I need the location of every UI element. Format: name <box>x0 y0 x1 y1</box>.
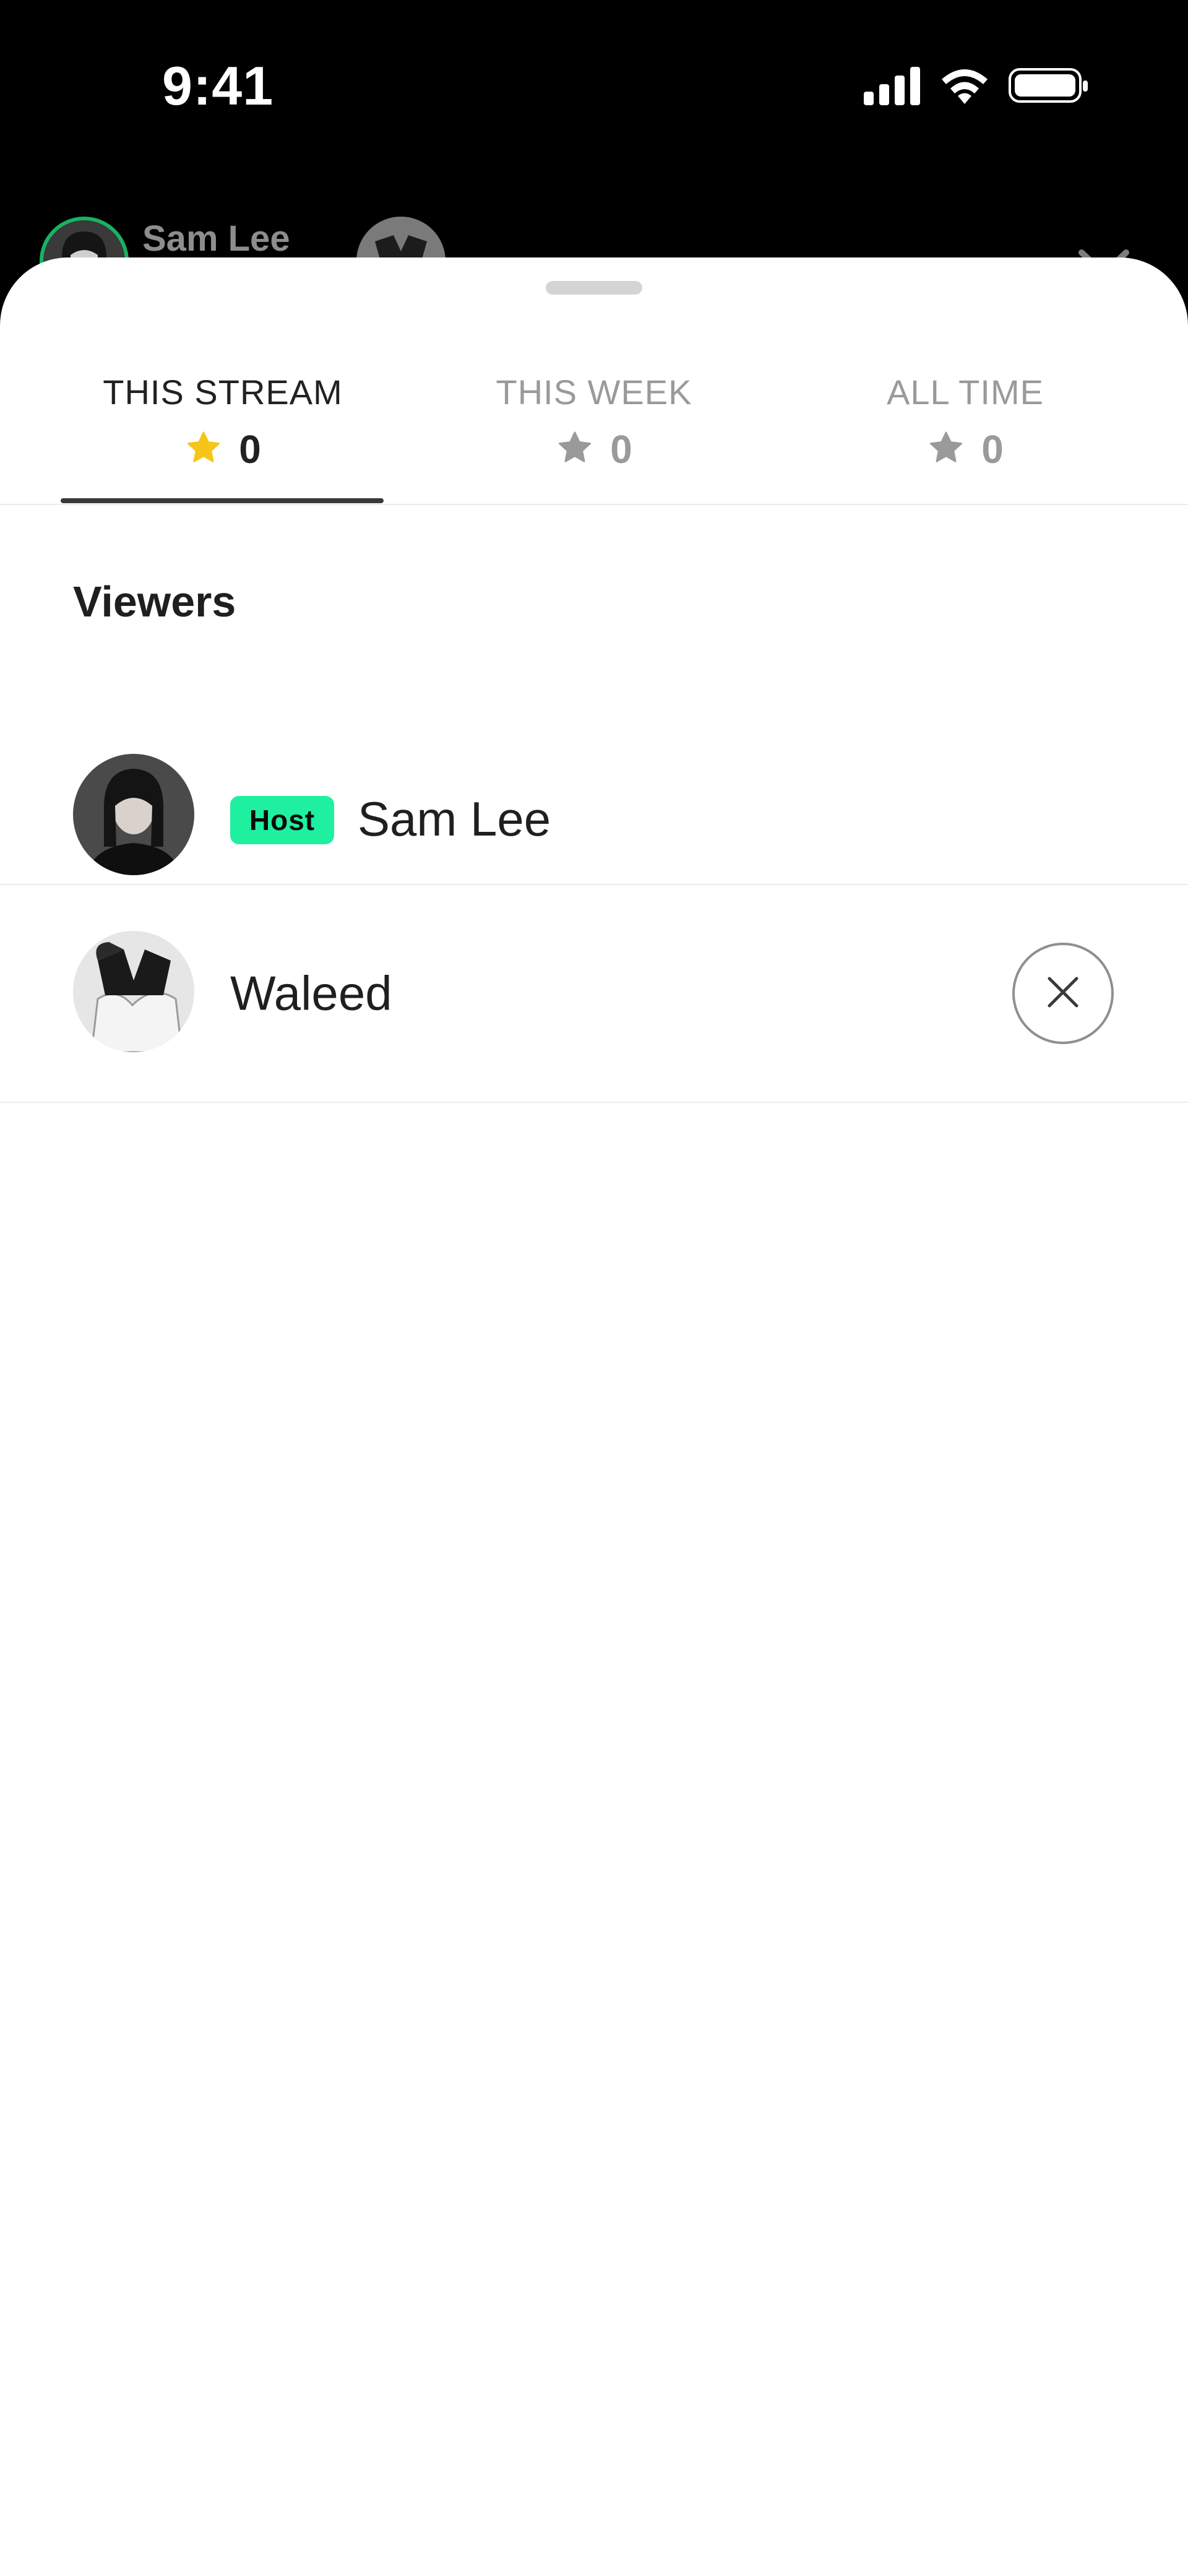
avatar <box>73 931 194 1052</box>
tab-count-value: 0 <box>981 427 1004 472</box>
section-title: Viewers <box>73 577 236 626</box>
tab-all-time[interactable]: ALL TIME 0 <box>780 357 1151 505</box>
battery-icon <box>1009 66 1089 108</box>
app-screen: 9:41 Sam Lee THIS STREAM 0 THIS WEEK 0 A… <box>0 0 1188 2576</box>
tab-count: 0 <box>37 425 408 474</box>
avatar <box>73 754 194 875</box>
star-icon <box>556 429 594 470</box>
remove-viewer-button[interactable] <box>1012 943 1114 1044</box>
tab-count: 0 <box>780 425 1151 474</box>
status-time: 9:41 <box>162 55 274 116</box>
tab-this-week[interactable]: THIS WEEK 0 <box>408 357 780 505</box>
active-tab-indicator <box>61 498 384 503</box>
star-icon <box>184 429 223 470</box>
tab-label: THIS STREAM <box>103 373 343 412</box>
viewers-sheet: THIS STREAM 0 THIS WEEK 0 ALL TIME 0 Vie… <box>0 257 1188 2576</box>
host-name-label: Sam Lee <box>142 218 290 259</box>
viewer-name: Sam Lee <box>358 792 551 846</box>
wifi-icon <box>938 66 991 108</box>
close-icon <box>1046 975 1080 1013</box>
leaderboard-tabs: THIS STREAM 0 THIS WEEK 0 ALL TIME 0 <box>0 357 1188 505</box>
tab-label: THIS WEEK <box>496 373 692 412</box>
tab-count-value: 0 <box>610 427 632 472</box>
viewer-name: Waleed <box>230 966 392 1021</box>
star-icon <box>927 429 965 470</box>
viewer-row[interactable]: Waleed <box>0 885 1188 1102</box>
tab-label: ALL TIME <box>887 373 1044 412</box>
cellular-signal-icon <box>864 66 921 108</box>
tabs-divider <box>0 504 1188 505</box>
host-badge: Host <box>230 796 334 844</box>
tab-count-value: 0 <box>239 427 261 472</box>
status-bar: 9:41 <box>0 0 1188 186</box>
status-icons <box>864 66 1089 108</box>
tab-count: 0 <box>408 425 780 474</box>
tab-this-stream[interactable]: THIS STREAM 0 <box>37 357 408 505</box>
sheet-grabber[interactable] <box>546 281 642 295</box>
row-divider <box>0 1102 1188 1103</box>
